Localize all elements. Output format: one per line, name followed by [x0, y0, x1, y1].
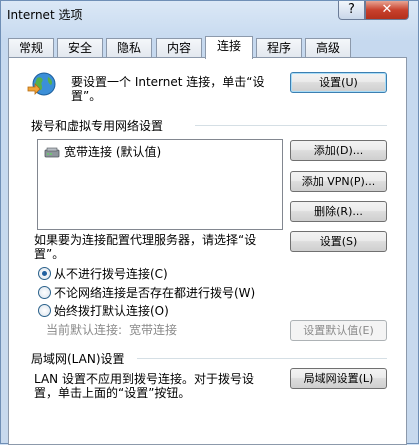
- window-title: Internet 选项: [7, 8, 83, 22]
- modem-icon: [44, 145, 60, 159]
- connections-listbox[interactable]: 宽带连接 (默认值): [37, 139, 283, 230]
- list-item-label: 宽带连接 (默认值): [64, 145, 162, 159]
- always-dial-label[interactable]: 始终拨打默认连接(O): [54, 304, 169, 318]
- proxy-text-line1: 如果要为连接配置代理服务器，请选择“设: [34, 233, 257, 247]
- lan-settings-button[interactable]: 局域网设置(L): [290, 368, 387, 389]
- never-dial-label[interactable]: 从不进行拨号连接(C): [54, 267, 168, 281]
- set-default-button[interactable]: 设置默认值(E): [290, 320, 387, 341]
- close-button[interactable]: ✕: [365, 1, 409, 20]
- tab-programs[interactable]: 程序: [256, 38, 302, 58]
- dialup-group-divider: [195, 125, 387, 126]
- add-button[interactable]: 添加(D)...: [290, 140, 387, 161]
- lan-group-divider: [137, 358, 387, 359]
- tab-general[interactable]: 常规: [8, 38, 54, 58]
- setup-text-line2: 置”。: [71, 89, 102, 103]
- lan-text-line2: 置，单击上面的“设置”按钮。: [34, 386, 191, 400]
- lan-text-line1: LAN 设置不应用到拨号连接。对于拨号设: [34, 372, 254, 386]
- connections-panel: 要设置一个 Internet 连接，单击“设 置”。 设置(U) 拨号和虚拟专用…: [8, 57, 407, 445]
- never-dial-radio[interactable]: [38, 267, 51, 280]
- tab-privacy[interactable]: 隐私: [106, 38, 152, 58]
- current-default-label: 当前默认连接:: [46, 323, 123, 337]
- proxy-settings-button[interactable]: 设置(S): [290, 231, 387, 252]
- title-bar[interactable]: Internet 选项 ? ✕: [1, 1, 419, 27]
- tab-connections[interactable]: 连接: [205, 36, 253, 59]
- add-vpn-button[interactable]: 添加 VPN(P)...: [290, 171, 387, 192]
- tab-advanced[interactable]: 高级: [305, 38, 351, 58]
- tab-content[interactable]: 内容: [156, 38, 202, 58]
- tab-security[interactable]: 安全: [57, 38, 103, 58]
- setup-button[interactable]: 设置(U): [290, 72, 387, 93]
- dialup-group-title: 拨号和虚拟专用网络设置: [31, 119, 164, 133]
- globe-network-icon: [26, 70, 56, 100]
- dial-whenever-radio[interactable]: [38, 286, 51, 299]
- always-dial-radio[interactable]: [38, 304, 51, 317]
- help-button[interactable]: ?: [338, 1, 365, 20]
- current-default-value: 宽带连接: [129, 323, 178, 337]
- delete-button[interactable]: 删除(R)...: [290, 201, 387, 222]
- proxy-text-line2: 置”。: [34, 247, 65, 261]
- lan-group-title: 局域网(LAN)设置: [31, 352, 125, 366]
- setup-text-line1: 要设置一个 Internet 连接，单击“设: [71, 75, 265, 89]
- internet-options-window: Internet 选项 ? ✕ 常规 安全 隐私 内容 连接 程序 高级 要设置…: [0, 0, 419, 445]
- dial-whenever-label[interactable]: 不论网络连接是否存在都进行拨号(W): [54, 286, 255, 300]
